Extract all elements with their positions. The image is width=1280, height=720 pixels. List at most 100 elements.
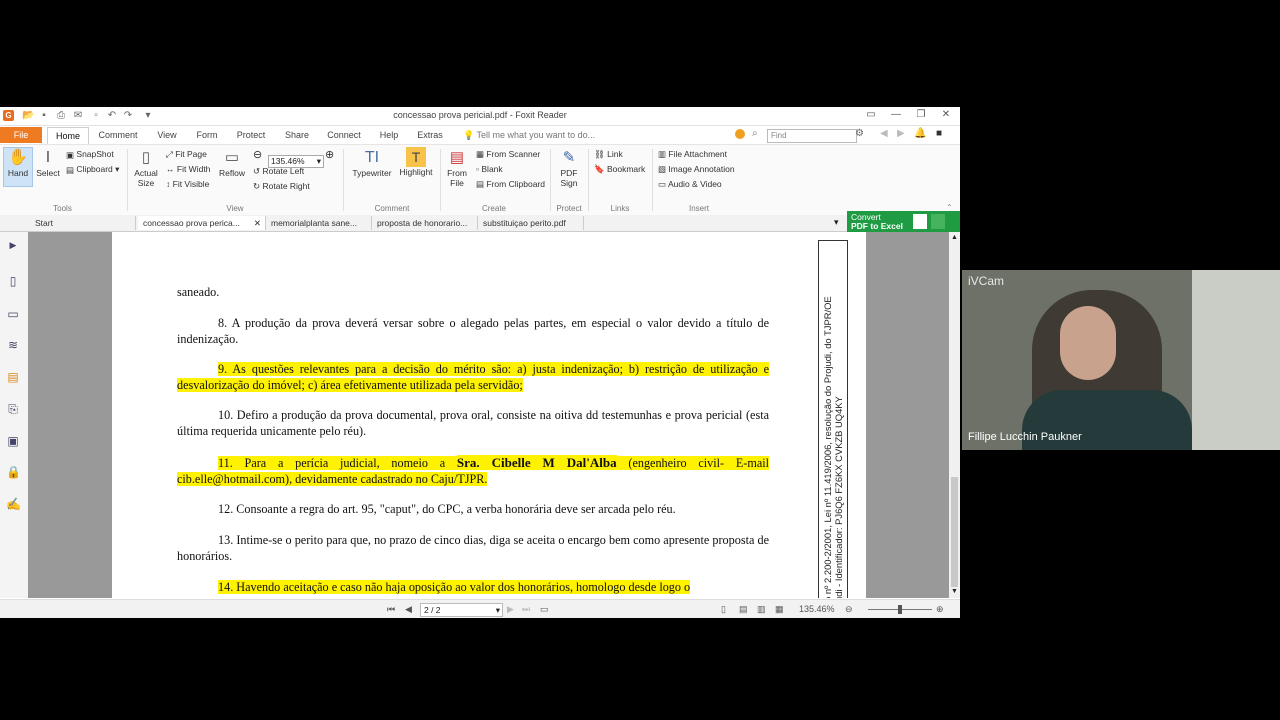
zoom-out-icon[interactable]: ⊖ bbox=[845, 603, 853, 615]
cursor-icon: Ⅰ bbox=[45, 149, 51, 166]
comments-icon[interactable]: ▤ bbox=[6, 370, 20, 384]
last-page-icon[interactable]: ⏭ bbox=[522, 603, 530, 615]
close-button[interactable]: ✕ bbox=[937, 109, 955, 120]
select-tool-button[interactable]: Ⅰ Select bbox=[34, 148, 62, 178]
fit-width-icon: ↔ bbox=[166, 164, 175, 174]
audio-video-button[interactable]: ▭ Audio & Video bbox=[658, 179, 722, 189]
rotate-right-button[interactable]: ↻ Rotate Right bbox=[253, 181, 310, 191]
tab-comment[interactable]: Comment bbox=[94, 127, 142, 143]
continuous-facing-icon[interactable]: ▦ bbox=[775, 603, 784, 615]
find-input[interactable]: Find bbox=[767, 129, 857, 143]
reflow-icon: ▭ bbox=[224, 149, 240, 166]
bookmark-button[interactable]: 🔖 Bookmark bbox=[594, 164, 645, 174]
image-annotation-button[interactable]: ▧ Image Annotation bbox=[658, 164, 735, 174]
tab-share[interactable]: Share bbox=[282, 127, 312, 143]
tab-home[interactable]: Home bbox=[47, 127, 89, 144]
menu-file[interactable]: File bbox=[0, 127, 42, 143]
close-tab-icon[interactable]: ✕ bbox=[254, 216, 261, 230]
lightbulb-icon: 💡 bbox=[463, 130, 477, 140]
tab-view[interactable]: View bbox=[152, 127, 182, 143]
pdf-sign-button[interactable]: ✎ PDF Sign bbox=[556, 148, 582, 188]
tab-protect[interactable]: Protect bbox=[232, 127, 270, 143]
hand-tool-button[interactable]: ✋ Hand bbox=[3, 147, 33, 187]
tab-document[interactable]: substituiçao perito.pdf bbox=[478, 216, 584, 230]
snapshot-button[interactable]: ▣ SnapShot bbox=[66, 149, 114, 160]
maximize-button[interactable]: ❐ bbox=[912, 109, 930, 120]
document-viewer[interactable]: saneado. 8. A produção da prova deverá v… bbox=[28, 232, 949, 598]
layers-icon[interactable]: ≋ bbox=[6, 338, 20, 352]
clipboard-button[interactable]: ▤ Clipboard ▾ bbox=[66, 164, 119, 175]
bookmark-icon: 🔖 bbox=[594, 164, 605, 174]
ribbon-toggle-icon[interactable]: ▭ bbox=[862, 109, 880, 120]
reflow-button[interactable]: ▭ Reflow bbox=[218, 148, 246, 178]
group-label-create: Create bbox=[481, 204, 506, 213]
scroll-up-icon[interactable]: ▲ bbox=[951, 234, 958, 241]
group-separator bbox=[588, 149, 589, 211]
tab-start[interactable]: Start bbox=[30, 216, 136, 230]
paragraph-9: 9. As questões relevantes para a decisão… bbox=[177, 362, 769, 392]
settings-icon[interactable]: ⚙ bbox=[855, 128, 864, 139]
paragraph-8: 8. A produção da prova deverá versar sob… bbox=[177, 316, 769, 346]
tab-document[interactable]: proposta de honorario... bbox=[372, 216, 478, 230]
lock-icon[interactable]: 🔒 bbox=[6, 465, 21, 479]
highlight-button[interactable]: T Highlight bbox=[398, 147, 434, 177]
zoom-out-icon[interactable]: ⊖ bbox=[253, 150, 262, 161]
from-scanner-button[interactable]: ▦ From Scanner bbox=[476, 149, 540, 159]
fit-visible-button[interactable]: ↕ Fit Visible bbox=[166, 179, 209, 189]
tab-form[interactable]: Form bbox=[192, 127, 222, 143]
tab-connect[interactable]: Connect bbox=[324, 127, 364, 143]
tab-list-chevron-icon[interactable]: ▾ bbox=[834, 217, 839, 228]
tab-document-active[interactable]: concessao prova perica... ✕ bbox=[138, 216, 266, 230]
first-page-icon[interactable]: ⏮ bbox=[387, 603, 395, 615]
tell-me-search[interactable]: 💡 Tell me what you want to do... bbox=[463, 127, 595, 143]
nav-back-icon[interactable]: ◀ bbox=[880, 128, 888, 139]
scroll-down-icon[interactable]: ▼ bbox=[951, 588, 958, 595]
next-page-icon[interactable]: ▶ bbox=[507, 603, 514, 615]
vertical-scrollbar[interactable]: ▲ ▼ bbox=[949, 232, 960, 598]
link-button[interactable]: ⛓ Link bbox=[594, 149, 623, 159]
zoom-in-icon[interactable]: ⊕ bbox=[325, 150, 334, 161]
clipboard-icon: ▤ bbox=[66, 164, 75, 175]
single-page-icon[interactable]: ▯ bbox=[721, 603, 726, 615]
continuous-page-icon[interactable]: ▤ bbox=[739, 603, 748, 615]
minimize-button[interactable]: — bbox=[887, 109, 905, 120]
bell-icon[interactable]: 🔔 bbox=[914, 128, 926, 139]
typewriter-button[interactable]: TI Typewriter bbox=[350, 148, 394, 178]
facing-page-icon[interactable]: ▥ bbox=[757, 603, 766, 615]
page-number-input[interactable]: 2 / 2 ▾ bbox=[420, 603, 503, 617]
attachments-icon[interactable]: ⎘ bbox=[6, 402, 20, 416]
fit-width-button[interactable]: ↔ Fit Width bbox=[166, 164, 210, 174]
actual-size-button[interactable]: ▯ Actual Size bbox=[133, 148, 159, 188]
rotate-left-icon: ↺ bbox=[253, 166, 261, 176]
bookmarks-icon[interactable]: ▯ bbox=[6, 274, 20, 288]
smiley-icon[interactable] bbox=[735, 129, 745, 139]
foxit-reader-window: G 📂 ▪ ⎙ ✉ ▫ ↶ ↷ ▾ concessao prova perici… bbox=[0, 107, 960, 618]
signature-icon[interactable]: ✍ bbox=[6, 497, 21, 511]
convert-pdf-to-excel-button[interactable]: Convert PDF to Excel bbox=[847, 211, 960, 232]
group-label-tools: Tools bbox=[53, 204, 72, 213]
zoom-in-icon[interactable]: ⊕ bbox=[936, 603, 944, 615]
security-icon[interactable]: ▣ bbox=[6, 434, 20, 448]
from-clipboard-button[interactable]: ▤ From Clipboard bbox=[476, 179, 545, 189]
pages-icon[interactable]: ▭ bbox=[6, 307, 20, 321]
file-attachment-button[interactable]: ▥ File Attachment bbox=[658, 149, 727, 159]
group-separator bbox=[652, 149, 653, 211]
rotate-left-button[interactable]: ↺ Rotate Left bbox=[253, 166, 304, 176]
tab-extras[interactable]: Extras bbox=[414, 127, 446, 143]
account-icon[interactable]: ■ bbox=[936, 128, 942, 139]
tab-document[interactable]: memorialplanta sane... bbox=[266, 216, 372, 230]
blank-button[interactable]: ▫ Blank bbox=[476, 164, 503, 174]
find-options-icon[interactable]: ⌕ bbox=[752, 128, 758, 139]
previous-page-icon[interactable]: ◀ bbox=[405, 603, 412, 615]
group-separator bbox=[440, 149, 441, 211]
tab-help[interactable]: Help bbox=[376, 127, 402, 143]
expand-panel-icon[interactable]: ▶ bbox=[6, 238, 20, 252]
fit-page-button[interactable]: ⤢ Fit Page bbox=[166, 149, 207, 159]
nav-forward-icon[interactable]: ▶ bbox=[897, 128, 905, 139]
paragraph-12: 12. Consoante a regra do art. 95, "caput… bbox=[218, 502, 676, 516]
zoom-slider-handle[interactable] bbox=[898, 605, 902, 614]
view-mode-icon[interactable]: ▭ bbox=[540, 603, 549, 615]
scrollbar-thumb[interactable] bbox=[951, 477, 958, 587]
camera-icon: ▣ bbox=[66, 149, 75, 160]
from-file-button[interactable]: ▤ From File bbox=[444, 148, 470, 188]
